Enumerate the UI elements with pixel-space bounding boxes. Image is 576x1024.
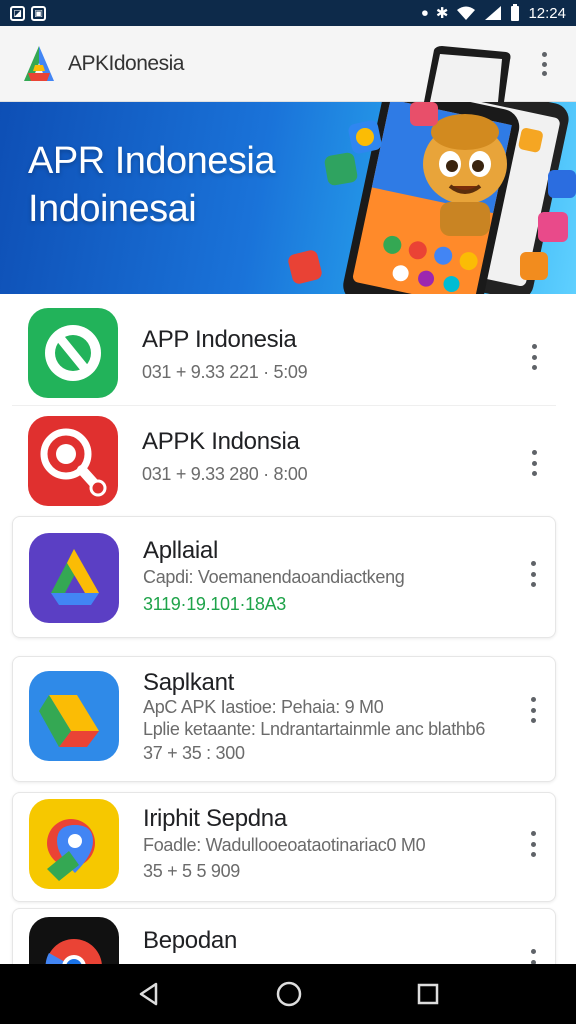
promo-banner[interactable]: APR Indonesia Indoinesai xyxy=(0,102,576,294)
search-app-icon xyxy=(28,416,118,506)
app-icon-drive-blue xyxy=(29,671,119,761)
app-details: Lplie ketaante: Lndrantartainmle anc bla… xyxy=(143,719,486,739)
item-menu-button[interactable] xyxy=(528,344,540,370)
app-icon-maps xyxy=(29,799,119,889)
banner-subtitle: Indoinesai xyxy=(28,188,197,230)
app-icon-phone xyxy=(28,308,118,398)
app-meta: 35 + 5 5 909 xyxy=(143,861,240,881)
phone-app-icon xyxy=(28,308,118,398)
maps-app-icon xyxy=(29,799,119,889)
app-meta: 031 + 9.33 221 · 5:09 xyxy=(142,362,308,382)
list-item[interactable]: Saplkant ApC APK Iastioe: Pehaia: 9 M0 L… xyxy=(12,656,556,782)
list-item[interactable]: Iriphit Sepdna Foadle: Wadullooeoataotin… xyxy=(12,792,556,902)
app-name: Bepodan xyxy=(143,927,237,954)
app-name: Iriphit Sepdna xyxy=(143,805,287,832)
wifi-icon xyxy=(457,6,476,20)
system-navigation-bar xyxy=(0,964,576,1024)
item-menu-button[interactable] xyxy=(527,831,539,857)
list-item[interactable]: APP Indonesia 031 + 9.33 221 · 5:09 xyxy=(12,302,556,406)
recents-icon[interactable] xyxy=(417,983,439,1005)
app-title: APKIdonesia xyxy=(68,51,184,75)
app-name: APP Indonesia xyxy=(142,326,297,353)
image-notification-icon: ▣ xyxy=(31,5,46,21)
back-icon[interactable] xyxy=(137,982,161,1006)
home-icon[interactable] xyxy=(276,981,302,1007)
app-name: Apllaial xyxy=(143,537,218,564)
bluetooth-icon: ✱ xyxy=(435,5,449,22)
app-icon-drive xyxy=(29,533,119,623)
item-menu-button[interactable] xyxy=(527,561,539,587)
notification-icon: ◪ xyxy=(10,5,25,21)
drive-blue-app-icon xyxy=(29,671,119,761)
list-item[interactable]: APPK Indonsia 031 + 9.33 280 · 8:00 xyxy=(12,412,556,512)
app-description: Foadle: Wadullooeoataotinariac0 M0 xyxy=(143,835,426,855)
clock: 12:24 xyxy=(528,4,566,22)
drive-app-icon xyxy=(29,533,119,623)
app-name: Saplkant xyxy=(143,669,234,696)
phone-illustration xyxy=(424,46,511,102)
app-meta: 37 + 35 : 300 xyxy=(143,743,245,763)
list-item[interactable]: Apllaial Capdi: Voemanendaoandiactkeng 3… xyxy=(12,516,556,638)
item-menu-button[interactable] xyxy=(527,697,539,723)
app-meta: 031 + 9.33 280 · 8:00 xyxy=(142,464,308,484)
status-bar: ◪ ▣ ⏺ ✱ 12:24 xyxy=(0,0,576,26)
app-icon-search xyxy=(28,416,118,506)
app-name: APPK Indonsia xyxy=(142,428,300,455)
app-description: ApC APK Iastioe: Pehaia: 9 M0 xyxy=(143,697,384,717)
app-bar: APKIdonesia xyxy=(0,26,576,102)
overflow-menu-button[interactable] xyxy=(534,50,554,78)
item-menu-button[interactable] xyxy=(528,450,540,476)
banner-phone-mascot-illustration xyxy=(288,102,576,294)
app-version: 3119·19.101·18A3 xyxy=(143,594,286,614)
app-description: Capdi: Voemanendaoandiactkeng xyxy=(143,567,405,587)
signal-icon xyxy=(485,6,502,20)
banner-title: APR Indonesia xyxy=(28,140,276,182)
battery-icon xyxy=(511,4,520,21)
alarm-icon: ⏺ xyxy=(421,5,428,20)
app-logo-icon[interactable] xyxy=(18,43,60,85)
